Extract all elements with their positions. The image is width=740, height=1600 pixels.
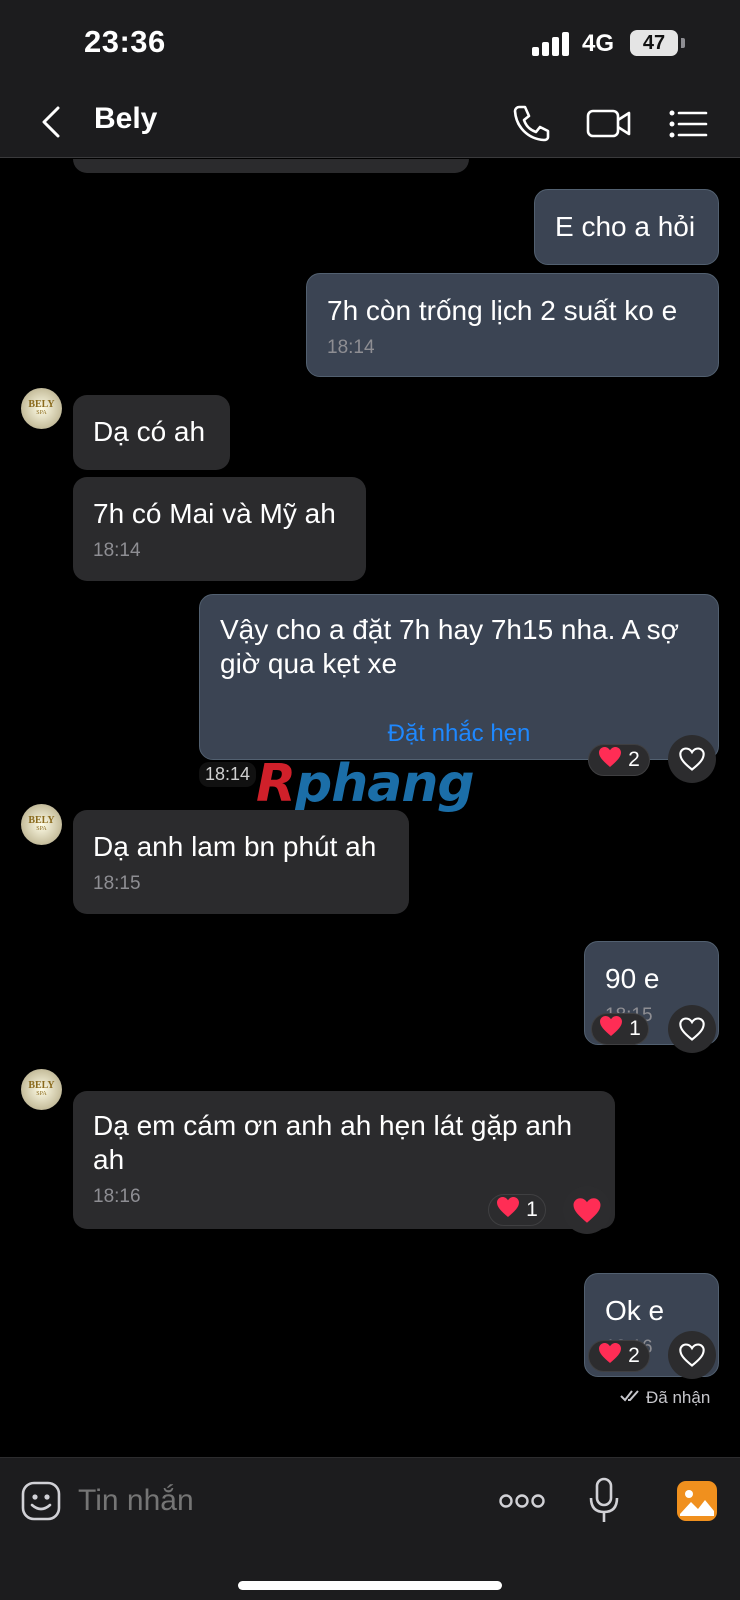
reaction-badge[interactable]: 1 bbox=[591, 1013, 649, 1045]
message-text: 7h có Mai và Mỹ ah bbox=[93, 498, 336, 529]
message-bubble-partial bbox=[73, 159, 469, 173]
reaction-count: 2 bbox=[628, 748, 640, 771]
reaction-badge[interactable]: 1 bbox=[488, 1194, 546, 1226]
battery-icon: 47 bbox=[630, 30, 678, 56]
message-bubble-incoming[interactable]: 7h có Mai và Mỹ ah 18:14 bbox=[73, 477, 366, 581]
heart-outline-icon[interactable] bbox=[668, 1331, 716, 1379]
message-text: Dạ có ah bbox=[93, 416, 206, 447]
heart-icon bbox=[598, 1342, 622, 1370]
more-options-icon[interactable] bbox=[498, 1484, 546, 1518]
status-bar: 23:36 4G 47 bbox=[0, 0, 740, 88]
message-text: Dạ anh lam bn phút ah bbox=[93, 831, 377, 862]
message-text: E cho a hỏi bbox=[555, 211, 696, 242]
back-chevron-icon[interactable] bbox=[36, 102, 72, 142]
message-time: 18:14 bbox=[93, 540, 141, 561]
video-icon[interactable] bbox=[584, 98, 634, 148]
message-composer bbox=[0, 1457, 740, 1600]
status-time: 23:36 bbox=[84, 24, 166, 59]
reaction-count: 1 bbox=[526, 1198, 538, 1221]
message-time: 18:14 bbox=[199, 762, 257, 787]
delivery-status: Đã nhận bbox=[620, 1388, 710, 1408]
image-icon[interactable] bbox=[676, 1480, 718, 1522]
message-input[interactable] bbox=[78, 1478, 468, 1524]
chat-header: Bely bbox=[0, 88, 740, 158]
contact-name[interactable]: Bely bbox=[94, 102, 157, 136]
avatar[interactable]: BELY SPA bbox=[21, 1069, 62, 1110]
avatar[interactable]: BELY SPA bbox=[21, 804, 62, 845]
heart-icon bbox=[598, 746, 622, 774]
reaction-count: 1 bbox=[629, 1017, 641, 1040]
battery-cap bbox=[681, 38, 685, 48]
heart-outline-icon[interactable] bbox=[668, 1005, 716, 1053]
message-text: 90 e bbox=[605, 963, 660, 994]
message-time: 18:15 bbox=[93, 873, 141, 894]
message-bubble-incoming[interactable]: Dạ anh lam bn phút ah 18:15 bbox=[73, 810, 409, 914]
delivery-status-text: Đã nhận bbox=[646, 1388, 711, 1407]
watermark: Rphang bbox=[256, 754, 475, 814]
message-bubble-outgoing[interactable]: 7h còn trống lịch 2 suất ko e 18:14 bbox=[306, 273, 719, 377]
heart-filled-icon[interactable] bbox=[563, 1186, 611, 1234]
message-bubble-outgoing[interactable]: Vậy cho a đặt 7h hay 7h15 nha. A sợ giờ … bbox=[199, 594, 719, 760]
message-text: 7h còn trống lịch 2 suất ko e bbox=[327, 295, 678, 326]
double-check-icon bbox=[620, 1388, 642, 1408]
message-time: 18:14 bbox=[327, 337, 375, 358]
list-menu-icon[interactable] bbox=[664, 98, 714, 148]
message-bubble-incoming[interactable]: Dạ có ah bbox=[73, 395, 230, 470]
heart-icon bbox=[599, 1015, 623, 1043]
microphone-icon[interactable] bbox=[588, 1476, 620, 1526]
reaction-badge[interactable]: 2 bbox=[588, 1340, 650, 1372]
message-list[interactable]: E cho a hỏi 7h còn trống lịch 2 suất ko … bbox=[0, 159, 740, 1457]
message-text: Dạ em cám ơn anh ah hẹn lát gặp anh ah bbox=[93, 1110, 573, 1175]
message-bubble-outgoing[interactable]: E cho a hỏi bbox=[534, 189, 719, 265]
avatar[interactable]: BELY SPA bbox=[21, 388, 62, 429]
phone-icon[interactable] bbox=[506, 98, 556, 148]
sticker-icon[interactable] bbox=[20, 1480, 62, 1522]
reaction-count: 2 bbox=[628, 1344, 640, 1367]
message-text: Ok e bbox=[605, 1295, 665, 1326]
message-text: Vậy cho a đặt 7h hay 7h15 nha. A sợ giờ … bbox=[220, 614, 679, 679]
heart-icon bbox=[496, 1196, 520, 1224]
home-indicator bbox=[238, 1581, 502, 1590]
signal-icon bbox=[532, 32, 572, 56]
reaction-badge[interactable]: 2 bbox=[588, 744, 650, 776]
heart-outline-icon[interactable] bbox=[668, 735, 716, 783]
network-type: 4G bbox=[582, 30, 615, 57]
